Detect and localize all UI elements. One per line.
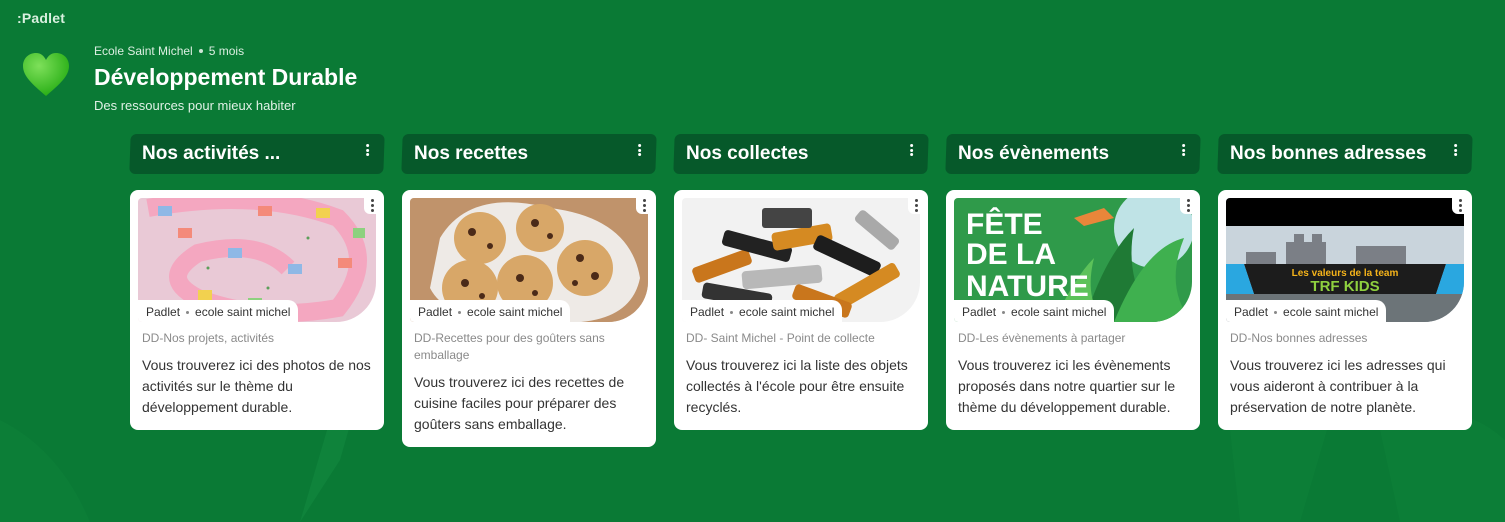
source-name: Padlet	[690, 305, 725, 319]
column-recettes: Nos recettes Padlet ecole saint michel D…	[401, 134, 657, 447]
source-name: Padlet	[1234, 305, 1269, 319]
post-card[interactable]: Padlet ecole saint michel DD-Nos projets…	[130, 190, 384, 430]
source-chip: Padlet ecole saint michel	[410, 300, 571, 322]
more-options-icon[interactable]	[1450, 142, 1460, 158]
more-options-icon[interactable]	[906, 142, 916, 158]
separator-dot	[1002, 310, 1006, 314]
column-title: Nos recettes	[414, 143, 529, 164]
column-header[interactable]: Nos évènements	[945, 134, 1201, 174]
source-chip: Padlet ecole saint michel	[954, 300, 1115, 322]
separator-dot	[730, 310, 734, 314]
image-text-line: DE LA	[966, 238, 1056, 271]
more-options-icon[interactable]	[1178, 142, 1188, 158]
card-more-options-icon[interactable]	[1452, 196, 1468, 214]
separator-dot	[186, 310, 190, 314]
card-description: Vous trouverez ici des recettes de cuisi…	[414, 374, 625, 432]
source-chip: Padlet ecole saint michel	[138, 300, 299, 322]
column-collectes: Nos collectes Padlet ecole saint michel …	[673, 134, 929, 430]
column-title: Nos activités ...	[142, 143, 281, 164]
source-name: Padlet	[146, 305, 181, 319]
card-subtitle: DD-Recettes pour des goûters sans emball…	[414, 331, 605, 362]
source-chip: Padlet ecole saint michel	[1226, 300, 1387, 322]
image-text-line: TRF KIDS	[1310, 278, 1379, 295]
column-header[interactable]: Nos recettes	[401, 134, 657, 174]
column-activites: Nos activités ... Padlet ecole saint mic…	[129, 134, 385, 430]
board-author[interactable]: Ecole Saint Michel	[94, 44, 193, 58]
board-meta: Ecole Saint Michel 5 mois	[94, 44, 357, 58]
card-description: Vous trouverez ici les adresses qui vous…	[1230, 357, 1446, 415]
card-description: Vous trouverez ici la liste des objets c…	[686, 357, 908, 415]
column-evenements: Nos évènements FÊTE DE LA NATURE Padlet …	[945, 134, 1201, 430]
separator-dot	[198, 49, 203, 53]
board-header: Ecole Saint Michel 5 mois Développement …	[94, 44, 357, 113]
card-thumbnail[interactable]: Padlet ecole saint michel	[682, 198, 920, 322]
card-thumbnail[interactable]: Padlet ecole saint michel	[410, 198, 648, 322]
card-thumbnail[interactable]: Padlet ecole saint michel	[138, 198, 376, 322]
card-thumbnail[interactable]: FÊTE DE LA NATURE Padlet ecole saint mic…	[954, 198, 1192, 322]
column-bonnes-adresses: Nos bonnes adresses Les valeurs de la te…	[1217, 134, 1473, 430]
card-thumbnail[interactable]: Les valeurs de la team TRF KIDS Padlet e…	[1226, 198, 1464, 322]
image-text-line: FÊTE	[966, 207, 1043, 241]
source-owner: ecole saint michel	[739, 305, 835, 319]
card-more-options-icon[interactable]	[636, 196, 652, 214]
source-name: Padlet	[418, 305, 453, 319]
card-more-options-icon[interactable]	[1180, 196, 1196, 214]
source-owner: ecole saint michel	[467, 305, 563, 319]
column-header[interactable]: Nos bonnes adresses	[1217, 134, 1473, 174]
source-name: Padlet	[962, 305, 997, 319]
column-header[interactable]: Nos activités ...	[129, 134, 385, 174]
card-subtitle: DD-Nos bonnes adresses	[1230, 331, 1368, 345]
separator-dot	[458, 310, 462, 314]
source-owner: ecole saint michel	[1011, 305, 1107, 319]
column-title: Nos évènements	[958, 143, 1110, 164]
board-subtitle: Des ressources pour mieux habiter	[94, 98, 296, 113]
separator-dot	[1274, 310, 1278, 314]
heart-icon	[23, 53, 69, 96]
column-title: Nos collectes	[686, 143, 809, 164]
more-options-icon[interactable]	[362, 142, 372, 158]
column-header[interactable]: Nos collectes	[673, 134, 929, 174]
card-subtitle: DD-Les évènements à partager	[958, 331, 1126, 345]
post-card[interactable]: Les valeurs de la team TRF KIDS Padlet e…	[1218, 190, 1472, 430]
image-text-line: NATURE	[966, 270, 1089, 303]
source-owner: ecole saint michel	[195, 305, 291, 319]
source-chip: Padlet ecole saint michel	[682, 300, 843, 322]
board-title: Développement Durable	[94, 64, 358, 90]
source-owner: ecole saint michel	[1283, 305, 1379, 319]
post-card[interactable]: Padlet ecole saint michel DD- Saint Mich…	[674, 190, 928, 430]
card-more-options-icon[interactable]	[364, 196, 380, 214]
padlet-logo[interactable]: :Padlet	[17, 10, 65, 26]
post-card[interactable]: Padlet ecole saint michel DD-Recettes po…	[402, 190, 656, 447]
card-more-options-icon[interactable]	[908, 196, 924, 214]
column-title: Nos bonnes adresses	[1230, 143, 1427, 164]
card-subtitle: DD-Nos projets, activités	[142, 331, 275, 345]
board-age: 5 mois	[208, 44, 245, 58]
post-card[interactable]: FÊTE DE LA NATURE Padlet ecole saint mic…	[946, 190, 1200, 430]
card-description: Vous trouverez ici les évènements propos…	[958, 357, 1176, 415]
card-description: Vous trouverez ici des photos de nos act…	[142, 357, 371, 415]
more-options-icon[interactable]	[634, 142, 644, 158]
card-subtitle: DD- Saint Michel - Point de collecte	[686, 331, 875, 345]
